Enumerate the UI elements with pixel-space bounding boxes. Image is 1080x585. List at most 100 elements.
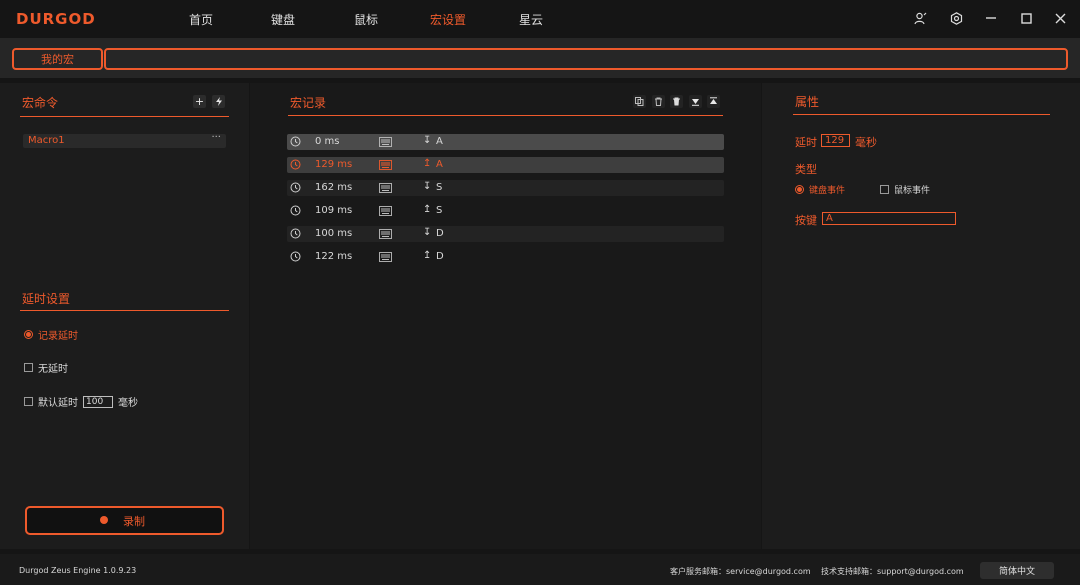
clock-icon <box>290 251 301 262</box>
key-input[interactable]: A <box>822 212 956 225</box>
divider <box>793 114 1050 115</box>
delay-unit: 毫秒 <box>855 136 877 149</box>
macro-commands-title: 宏命令 <box>22 96 59 110</box>
divider <box>20 310 229 311</box>
clock-icon <box>290 228 301 239</box>
macro-records-title: 宏记录 <box>290 96 327 110</box>
close-icon[interactable] <box>1053 11 1067 25</box>
more-icon[interactable]: ··· <box>211 132 221 143</box>
key-down-icon: ↧ <box>423 227 432 238</box>
top-bar: DURGOD 首页 键盘 鼠标 宏设置 星云 <box>0 0 1080 38</box>
macro-record-row[interactable]: 122 ms ↥ D <box>287 249 724 265</box>
app-logo: DURGOD <box>16 10 96 28</box>
gear-icon[interactable] <box>949 11 963 25</box>
macro-list-item[interactable]: Macro1 ··· <box>23 132 226 148</box>
keyboard-icon <box>379 183 392 193</box>
divider <box>20 116 229 117</box>
delete-icon[interactable] <box>652 95 665 108</box>
delay-input[interactable]: 129 <box>821 134 850 147</box>
maximize-icon[interactable] <box>1019 11 1033 25</box>
record-dot-icon <box>100 516 108 524</box>
left-panel: 宏命令 + Macro1 ··· 延时设置 记录延时 无延时 默认延时 100 … <box>0 83 249 549</box>
macro-record-row[interactable]: 0 ms ↧ A <box>287 134 724 150</box>
trash-all-icon[interactable] <box>670 95 683 108</box>
type-label: 类型 <box>795 163 817 176</box>
keyboard-event-option[interactable]: 键盘事件 <box>795 183 845 196</box>
clock-icon <box>290 136 301 147</box>
move-down-icon[interactable] <box>689 95 702 108</box>
no-delay-label: 无延时 <box>38 364 68 375</box>
record-delay: 162 ms <box>315 182 353 193</box>
keyboard-icon <box>379 137 392 147</box>
keyboard-event-label: 键盘事件 <box>809 186 846 196</box>
record-delay-label: 记录延时 <box>38 331 78 342</box>
copy-icon[interactable] <box>633 95 646 108</box>
key-down-icon: ↧ <box>423 135 432 146</box>
footer: Durgod Zeus Engine 1.0.9.23 客户服务邮箱：servi… <box>0 554 1080 585</box>
key-up-icon: ↥ <box>423 204 432 215</box>
key-up-icon: ↥ <box>423 158 432 169</box>
default-delay-option[interactable]: 默认延时 100 毫秒 <box>24 394 138 409</box>
clock-icon <box>290 182 301 193</box>
support-email[interactable]: 技术支持邮箱：support@durgod.com <box>821 566 964 577</box>
macro-record-row[interactable]: 100 ms ↧ D <box>287 226 724 242</box>
macro-item-label: Macro1 <box>28 135 65 146</box>
record-key: A <box>436 136 443 147</box>
nav-home[interactable]: 首页 <box>189 11 213 28</box>
my-macro-tab[interactable]: 我的宏 <box>12 48 103 70</box>
mouse-event-label: 鼠标事件 <box>894 186 931 196</box>
record-key: D <box>436 251 444 262</box>
record-delay: 100 ms <box>315 228 353 239</box>
macro-record-row[interactable]: 129 ms ↥ A <box>287 157 724 173</box>
macro-records-panel: 宏记录 0 ms ↧ A 129 ms ↥ A 162 ms ↧ S 109 m <box>250 83 761 549</box>
language-selector[interactable]: 简体中文 <box>980 562 1054 579</box>
properties-title: 属性 <box>795 95 820 109</box>
radio-selected-icon <box>795 185 804 194</box>
record-delay: 122 ms <box>315 251 353 262</box>
move-up-icon[interactable] <box>707 95 720 108</box>
radio-selected-icon <box>24 330 33 339</box>
keyboard-icon <box>379 160 392 170</box>
clock-icon <box>290 205 301 216</box>
record-button[interactable]: 录制 <box>25 506 224 535</box>
lightning-icon[interactable] <box>212 95 225 108</box>
nav-mouse[interactable]: 鼠标 <box>354 11 378 28</box>
delay-label: 延时 <box>795 136 817 149</box>
macro-tab-bar: 我的宏 <box>0 38 1080 78</box>
macro-name-input[interactable] <box>104 48 1068 70</box>
checkbox-icon <box>24 397 33 406</box>
record-key: D <box>436 228 444 239</box>
record-delay: 109 ms <box>315 205 353 216</box>
divider <box>288 115 723 116</box>
record-delay-option[interactable]: 记录延时 <box>24 327 78 342</box>
default-delay-label: 默认延时 <box>38 398 78 409</box>
nav-macro-settings[interactable]: 宏设置 <box>430 11 466 28</box>
key-down-icon: ↧ <box>423 181 432 192</box>
user-icon[interactable] <box>913 11 927 25</box>
default-delay-input[interactable]: 100 <box>83 395 113 408</box>
mouse-event-option[interactable]: 鼠标事件 <box>880 183 930 196</box>
clock-icon <box>290 159 301 170</box>
record-delay: 129 ms <box>315 159 353 170</box>
no-delay-option[interactable]: 无延时 <box>24 360 68 375</box>
plus-icon[interactable]: + <box>193 95 206 108</box>
checkbox-icon <box>24 363 33 372</box>
default-delay-unit: 毫秒 <box>118 398 138 409</box>
record-button-label: 录制 <box>123 515 145 528</box>
record-key: S <box>436 205 443 216</box>
macro-record-row[interactable]: 162 ms ↧ S <box>287 180 724 196</box>
checkbox-icon <box>880 185 889 194</box>
version-text: Durgod Zeus Engine 1.0.9.23 <box>19 566 137 575</box>
properties-panel: 属性 延时 129 毫秒 类型 键盘事件 鼠标事件 按键 A <box>762 83 1080 549</box>
key-up-icon: ↥ <box>423 250 432 261</box>
minimize-icon[interactable] <box>984 11 998 25</box>
key-label: 按键 <box>795 214 817 227</box>
keyboard-icon <box>379 229 392 239</box>
nav-keyboard[interactable]: 键盘 <box>271 11 295 28</box>
record-key: S <box>436 182 443 193</box>
record-key: A <box>436 159 443 170</box>
keyboard-icon <box>379 206 392 216</box>
service-email[interactable]: 客户服务邮箱：service@durgod.com <box>670 566 811 577</box>
macro-record-row[interactable]: 109 ms ↥ S <box>287 203 724 219</box>
nav-nebula[interactable]: 星云 <box>519 11 543 28</box>
